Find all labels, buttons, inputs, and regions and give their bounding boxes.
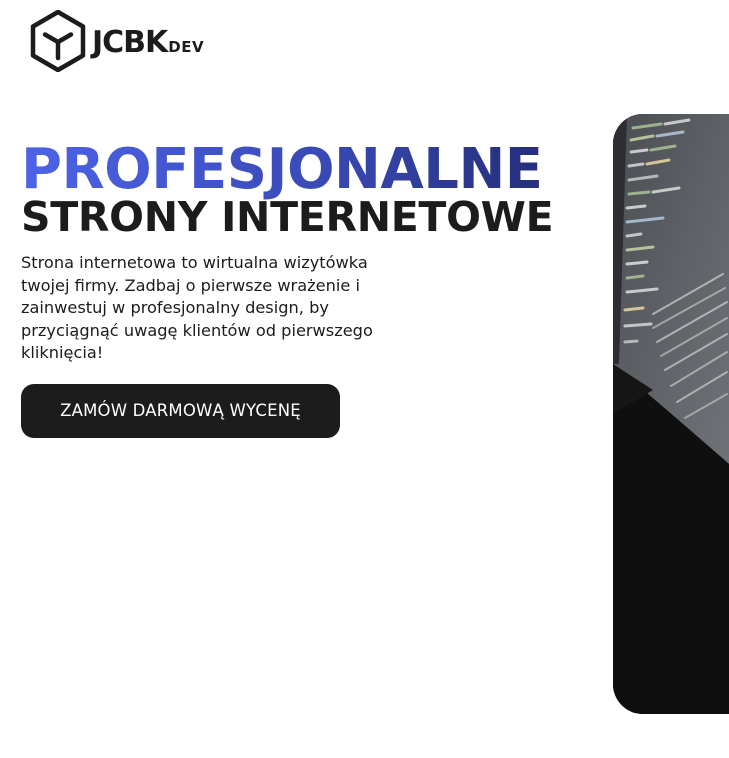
- page: JCBKDEV PROFESJONALNE STRONY INTERNETOWE…: [0, 0, 729, 758]
- hero-image-laptop-code: [613, 114, 729, 714]
- brand-name: JCBKDEV: [92, 28, 204, 58]
- free-quote-button[interactable]: ZAMÓW DARMOWĄ WYCENĘ: [21, 383, 340, 438]
- brand-name-main: JCBK: [92, 25, 168, 60]
- hero-title-line-2: STRONY INTERNETOWE: [21, 193, 554, 241]
- brand-logo-link[interactable]: JCBKDEV: [30, 10, 204, 72]
- cube-logo-icon: [30, 10, 86, 72]
- hero-section: PROFESJONALNE STRONY INTERNETOWE Strona …: [21, 138, 601, 438]
- laptop-code-illustration: [613, 114, 729, 714]
- hero-description: Strona internetowa to wirtualna wizytówk…: [21, 253, 373, 362]
- brand-name-suffix: DEV: [168, 38, 205, 56]
